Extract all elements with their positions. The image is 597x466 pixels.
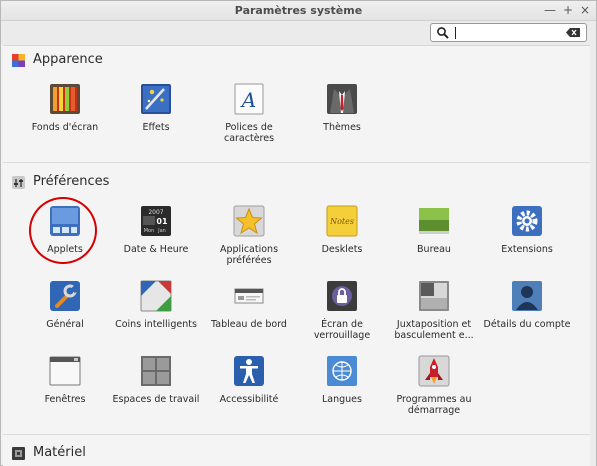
tiling-icon: [419, 281, 449, 311]
item-label: Écran de verrouillage: [313, 319, 371, 341]
item-desklets[interactable]: Notes Desklets: [297, 205, 387, 279]
item-effects[interactable]: Effets: [111, 83, 201, 157]
item-lock-screen[interactable]: Écran de verrouillage: [297, 280, 387, 354]
panel-icon: [234, 288, 264, 304]
clear-text-icon[interactable]: [566, 28, 580, 37]
toolbar: [1, 21, 596, 45]
section-divider: [3, 434, 590, 435]
item-panel[interactable]: Tableau de bord: [204, 280, 294, 354]
extensions-icon: [512, 206, 542, 236]
item-label: Programmes au démarrage: [396, 394, 472, 416]
minimize-icon[interactable]: —: [543, 3, 557, 17]
item-windows[interactable]: Fenêtres: [20, 355, 110, 429]
svg-text:Notes: Notes: [329, 217, 354, 226]
window-title: Paramètres système: [234, 4, 363, 17]
item-workspaces[interactable]: Espaces de travail: [111, 355, 201, 429]
item-desktop[interactable]: Bureau: [389, 205, 479, 279]
item-label: Espaces de travail: [112, 394, 200, 405]
section-title: Apparence: [33, 52, 103, 67]
item-label: Général: [46, 319, 84, 330]
svg-text:Mon: Mon: [144, 228, 155, 234]
item-languages[interactable]: Langues: [297, 355, 387, 429]
settings-window: Paramètres système — + × Apparence Fonds…: [0, 0, 597, 466]
date-time-icon: 2007 01 Jan Mon: [141, 206, 171, 236]
section-header-appearance: Apparence: [3, 50, 590, 72]
section-header-preferences: Préférences: [3, 172, 590, 194]
item-label: Desklets: [321, 244, 363, 255]
item-date-time[interactable]: 2007 01 Jan Mon Date & Heure: [111, 205, 201, 279]
item-label: Détails du compte: [483, 319, 571, 330]
item-account[interactable]: Détails du compte: [482, 280, 572, 354]
svg-text:Jan: Jan: [157, 228, 166, 234]
search-input[interactable]: [430, 23, 587, 42]
item-label: Fenêtres: [44, 394, 86, 405]
general-icon: [50, 281, 80, 311]
item-label: Tableau de bord: [211, 319, 287, 330]
item-label: Bureau: [417, 244, 451, 255]
section-title: Matériel: [33, 445, 86, 460]
themes-icon: [327, 84, 357, 114]
item-label: Coins intelligents: [115, 319, 197, 330]
fonts-icon: A: [234, 83, 264, 115]
effects-icon: [141, 84, 171, 114]
item-themes[interactable]: Thèmes: [297, 83, 387, 157]
item-label: Effets: [142, 122, 170, 133]
svg-text:01: 01: [156, 217, 168, 226]
item-general[interactable]: Général: [20, 280, 110, 354]
item-label: Juxtaposition et basculement e...: [394, 319, 474, 341]
settings-content: Apparence Fonds d'écran Effets A Polices…: [3, 45, 590, 466]
svg-text:2007: 2007: [148, 209, 163, 216]
hot-corners-icon: [140, 280, 172, 312]
appearance-icon: [12, 54, 25, 67]
item-label: Fonds d'écran: [31, 122, 99, 133]
item-hot-corners[interactable]: Coins intelligents: [111, 280, 201, 354]
item-label: Accessibilité: [219, 394, 279, 405]
item-preferred-apps[interactable]: Applications préférées: [204, 205, 294, 279]
languages-icon: [327, 356, 357, 386]
item-tiling[interactable]: Juxtaposition et basculement e...: [389, 280, 479, 354]
svg-text:A: A: [240, 88, 256, 112]
workspaces-icon: [141, 356, 171, 386]
accessibility-icon: [234, 356, 264, 386]
wallpaper-icon: [50, 84, 80, 114]
item-label: Thèmes: [323, 122, 361, 133]
title-bar[interactable]: Paramètres système — + ×: [1, 1, 596, 21]
startup-programs-icon: [418, 355, 450, 387]
item-accessibility[interactable]: Accessibilité: [204, 355, 294, 429]
search-icon: [437, 27, 449, 39]
item-label: Date & Heure: [123, 244, 189, 255]
scrollbar[interactable]: [590, 45, 596, 466]
item-extensions[interactable]: Extensions: [482, 205, 572, 279]
item-label: Applications préférées: [219, 244, 279, 266]
highlight-ring: [29, 197, 97, 264]
lock-screen-icon: [327, 281, 357, 311]
preferences-icon: [12, 176, 25, 189]
item-startup-programs[interactable]: Programmes au démarrage: [389, 355, 479, 429]
desklets-icon: Notes: [326, 205, 358, 237]
maximize-icon[interactable]: +: [561, 3, 575, 17]
section-header-hardware: Matériel: [3, 443, 590, 465]
section-title: Préférences: [33, 174, 110, 189]
item-wallpaper[interactable]: Fonds d'écran: [20, 83, 110, 157]
hardware-icon: [12, 447, 25, 460]
section-divider: [3, 162, 590, 163]
item-label: Polices de caractères: [223, 122, 275, 144]
text-cursor: [455, 27, 456, 39]
account-icon: [512, 281, 542, 311]
item-fonts[interactable]: A Polices de caractères: [204, 83, 294, 157]
close-icon[interactable]: ×: [578, 3, 592, 17]
item-label: Langues: [322, 394, 362, 405]
preferred-apps-icon: [233, 205, 265, 237]
windows-icon: [49, 356, 81, 386]
item-label: Extensions: [501, 244, 553, 255]
desktop-icon: [419, 208, 449, 234]
